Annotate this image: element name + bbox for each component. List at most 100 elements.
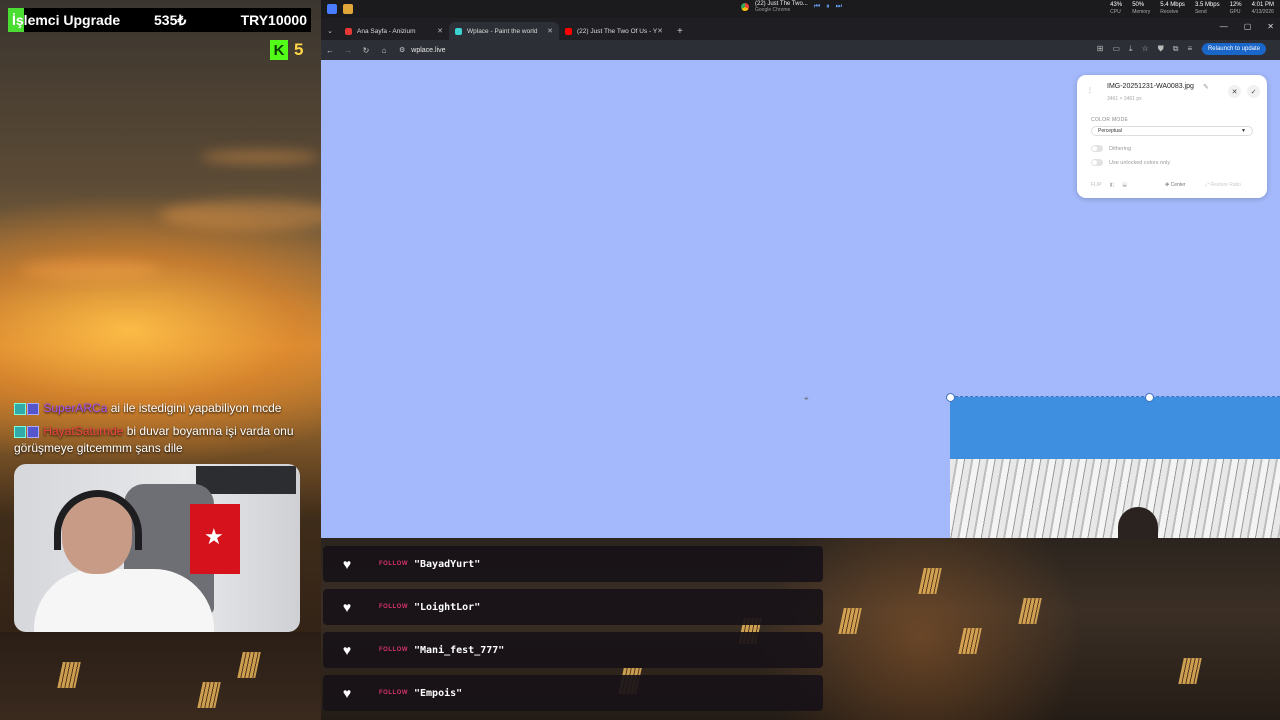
kick-logo-icon: K bbox=[270, 40, 288, 60]
flag-star-icon: ★ bbox=[204, 524, 224, 549]
unlocked-colors-toggle[interactable] bbox=[1091, 159, 1103, 166]
restore-ratio-button[interactable]: ⤢ Restore Ratio bbox=[1205, 182, 1241, 188]
heart-icon: ♥ bbox=[342, 642, 352, 658]
media-controls: (22) Just The Two... Google Chrome ⏮ ⏸ ⏭ bbox=[741, 1, 842, 13]
forward-icon[interactable]: → bbox=[339, 46, 357, 55]
crosshair-icon: ⌖ bbox=[804, 394, 809, 403]
color-mode-select[interactable]: Perceptual ▼ bbox=[1091, 126, 1253, 136]
flip-label: FLIP bbox=[1091, 182, 1102, 188]
rename-pencil-icon[interactable]: ✎ bbox=[1203, 83, 1209, 91]
download-icon[interactable]: ⤓ bbox=[1129, 44, 1133, 54]
follower-name: "Mani_fest_777" bbox=[414, 644, 505, 656]
image-dimensions: 3461 × 3461 px bbox=[1107, 96, 1142, 102]
window-controls: — ▢ ✕ bbox=[1220, 22, 1274, 31]
media-source: Google Chrome bbox=[755, 7, 791, 13]
tab-title: (22) Just The Two Of Us - Y bbox=[577, 27, 658, 35]
follow-tag: FOLLOW bbox=[379, 647, 408, 653]
chat-message: SuperARCa ai ile istedigini yapabiliyon … bbox=[14, 400, 314, 417]
system-stats: 43% CPU 50% Memory 5.4 Mbps Receive 3.5 Mbp… bbox=[1110, 2, 1274, 16]
stat-send: 3.5 Mbps Send bbox=[1194, 2, 1220, 15]
resize-handle[interactable] bbox=[1145, 393, 1154, 402]
app-icon[interactable] bbox=[327, 4, 337, 14]
follow-alert: ♥ FOLLOW "BayadYurt" bbox=[323, 546, 823, 582]
follow-alert: ♥ FOLLOW "LoightLor" bbox=[323, 589, 823, 625]
extension-shield-icon[interactable]: ⛊ bbox=[1158, 44, 1164, 54]
dithering-label: Dithering bbox=[1109, 145, 1132, 152]
bookmark-star-icon[interactable]: ☆ bbox=[1142, 44, 1149, 54]
unlocked-colors-row[interactable]: Use unlocked colors only bbox=[1091, 159, 1170, 166]
back-icon[interactable]: ← bbox=[321, 46, 339, 55]
close-icon[interactable]: ✕ bbox=[657, 27, 663, 35]
close-window-icon[interactable]: ✕ bbox=[1267, 22, 1274, 31]
chevron-down-icon: ▼ bbox=[1241, 128, 1246, 134]
pause-icon[interactable]: ⏸ bbox=[826, 3, 830, 11]
dithering-row[interactable]: Dithering bbox=[1091, 145, 1131, 152]
close-icon[interactable]: ✕ bbox=[437, 27, 443, 35]
flip-vertical-icon[interactable]: ⬓ bbox=[1122, 182, 1127, 188]
next-track-icon[interactable]: ⏭ bbox=[836, 3, 842, 11]
minimize-icon[interactable]: — bbox=[1220, 22, 1228, 31]
cast-icon[interactable]: ▭ bbox=[1112, 44, 1120, 54]
clock[interactable]: 4:01 PM 4/13/2026 bbox=[1252, 2, 1274, 16]
heart-icon: ♥ bbox=[342, 556, 352, 572]
tab-youtube[interactable]: (22) Just The Two Of Us - Y ✕ bbox=[559, 22, 669, 40]
paint-canvas[interactable]: ⌖ ⋮ IMG-20251231-WA0083.jpg ✎ 3461 × 346… bbox=[321, 60, 1280, 538]
relaunch-button[interactable]: Relaunch to update bbox=[1201, 43, 1266, 55]
image-snow bbox=[950, 459, 1280, 538]
close-icon[interactable]: ✕ bbox=[1228, 85, 1241, 98]
follow-tag: FOLLOW bbox=[379, 690, 408, 696]
translate-icon[interactable]: ⊞ bbox=[1097, 44, 1104, 54]
color-mode-value: Perceptual bbox=[1098, 128, 1122, 134]
tab-search-icon[interactable]: ⌄ bbox=[321, 27, 339, 35]
dithering-toggle[interactable] bbox=[1091, 145, 1103, 152]
url-text: wplace.live bbox=[411, 46, 446, 54]
image-sky bbox=[950, 397, 1280, 467]
anizium-favicon-icon bbox=[345, 27, 352, 35]
goal-current: 535₺ bbox=[154, 11, 187, 28]
image-placement-overlay[interactable] bbox=[946, 393, 1280, 538]
stat-receive: 5.4 Mbps Receive bbox=[1160, 2, 1185, 15]
previous-track-icon[interactable]: ⏮ bbox=[814, 3, 820, 11]
confirm-check-icon[interactable]: ✓ bbox=[1247, 85, 1260, 98]
heart-icon: ♥ bbox=[342, 685, 352, 701]
heart-icon: ♥ bbox=[342, 599, 352, 615]
stat-cpu: 43% CPU bbox=[1110, 2, 1123, 15]
viewer-count: 5 bbox=[294, 40, 304, 59]
extensions-icon[interactable]: ⧉ bbox=[1173, 44, 1179, 54]
tv-screen bbox=[196, 466, 296, 494]
follower-name: "LoightLor" bbox=[414, 601, 481, 613]
stream-overlay-panel: İşlemci Upgrade 535₺ TRY10000 K 5 SuperA… bbox=[0, 0, 321, 720]
flip-horizontal-icon[interactable]: ◧ bbox=[1110, 182, 1115, 188]
chat-box: SuperARCa ai ile istedigini yapabiliyon … bbox=[14, 400, 314, 463]
center-button[interactable]: ✥ Center bbox=[1165, 182, 1186, 188]
chat-text: ai ile istedigini yapabiliyon mcde bbox=[107, 401, 282, 415]
folder-icon[interactable] bbox=[343, 4, 353, 14]
follower-name: "BayadYurt" bbox=[414, 558, 481, 570]
turkish-flag: ★ bbox=[190, 504, 240, 574]
home-icon[interactable]: ⌂ bbox=[375, 46, 393, 55]
chat-badge-icon bbox=[14, 402, 26, 415]
panel-footer: FLIP ◧ ⬓ ✥ Center ⤢ Restore Ratio bbox=[1091, 182, 1253, 188]
stat-memory: 50% Memory bbox=[1132, 2, 1151, 15]
tab-title: Wplace - Paint the world bbox=[467, 27, 538, 35]
goal-target: TRY10000 bbox=[240, 12, 307, 28]
chrome-icon bbox=[741, 3, 749, 11]
address-bar[interactable]: ⚙ wplace.live bbox=[399, 43, 1039, 57]
browser-tabstrip: ⌄ Ana Sayfa - Anizium ✕ Wplace - Paint t… bbox=[321, 18, 1280, 40]
new-tab-icon[interactable]: + bbox=[677, 26, 683, 37]
site-info-icon[interactable]: ⚙ bbox=[399, 46, 405, 54]
maximize-icon[interactable]: ▢ bbox=[1244, 22, 1252, 31]
close-icon[interactable]: ✕ bbox=[547, 27, 553, 35]
browser-toolbar: ← → ↻ ⌂ ⚙ wplace.live ⊞ ▭ ⤓ ☆ ⛊ ⧉ ≡ ● Re… bbox=[321, 40, 1280, 60]
reload-icon[interactable]: ↻ bbox=[357, 46, 375, 55]
chat-message: HayatSaturnde bi duvar boyamna işi varda… bbox=[14, 423, 314, 457]
follow-alert: ♥ FOLLOW "Mani_fest_777" bbox=[323, 632, 823, 668]
tab-title: Ana Sayfa - Anizium bbox=[357, 27, 416, 35]
background-village bbox=[0, 632, 321, 720]
chat-badge-icon bbox=[27, 425, 39, 438]
drag-handle-icon[interactable]: ⋮ bbox=[1087, 87, 1093, 94]
reading-list-icon[interactable]: ≡ bbox=[1187, 44, 1192, 54]
resize-handle[interactable] bbox=[946, 393, 955, 402]
tab-anizium[interactable]: Ana Sayfa - Anizium ✕ bbox=[339, 22, 449, 40]
tab-wplace[interactable]: Wplace - Paint the world ✕ bbox=[449, 22, 559, 40]
